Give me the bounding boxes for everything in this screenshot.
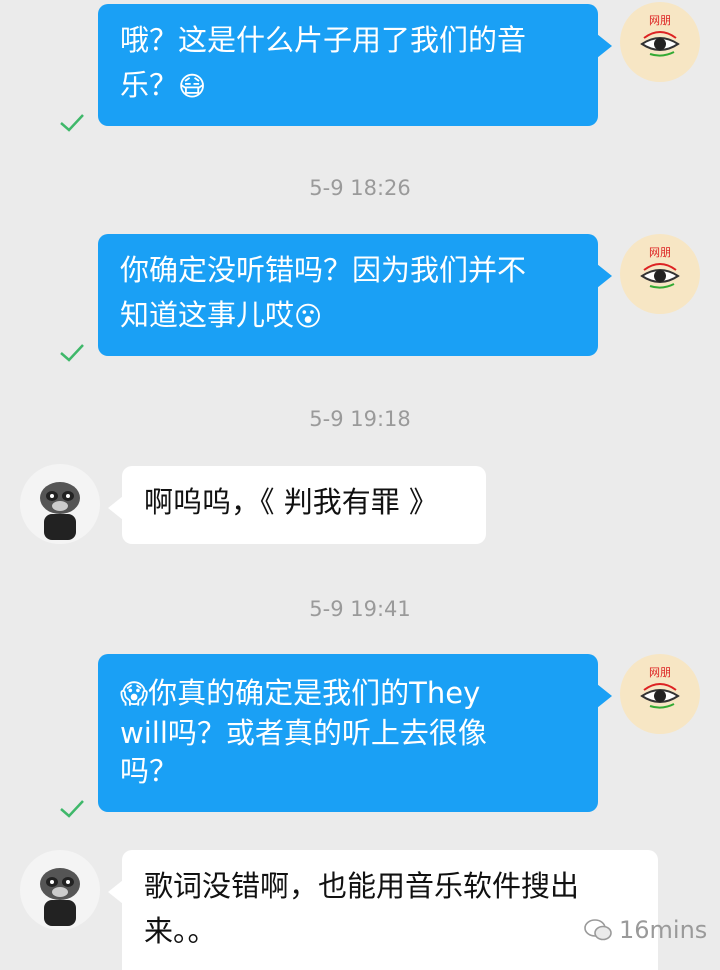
- raccoon-avatar-icon: [40, 868, 80, 926]
- eye-logo-icon: 网朋: [640, 14, 680, 57]
- svg-text:网朋: 网朋: [649, 246, 671, 259]
- incoming-message-5[interactable]: 歌词没错啊，也能用音乐软件搜出 来。。: [108, 850, 658, 970]
- checkmark-icon: [60, 114, 84, 132]
- svg-text:网朋: 网朋: [649, 666, 671, 679]
- message-text-line: 知道这事儿哎: [120, 298, 295, 332]
- message-text-line: 啊呜呜，《 判我有罪 》: [144, 485, 438, 519]
- message-text-line: 吗？: [120, 754, 179, 788]
- timestamp: 5-9 19:18: [309, 407, 411, 431]
- timestamp: 5-9 19:41: [309, 597, 411, 621]
- message-text-line: 歌词没错啊，也能用音乐软件搜出: [144, 869, 580, 903]
- message-text-line: 来。。: [144, 914, 217, 948]
- message-text-line: 你确定没听错吗？因为我们并不: [120, 253, 527, 287]
- screaming-face-emoji: 😱: [120, 679, 149, 710]
- wechat-icon: [584, 919, 612, 941]
- my-avatar[interactable]: 网朋: [620, 654, 700, 734]
- svg-text:网朋: 网朋: [649, 14, 671, 27]
- message-text-line: 哦？这是什么片子用了我们的音: [120, 23, 527, 57]
- surprised-face-emoji: 😮: [294, 301, 323, 333]
- my-avatar[interactable]: 网朋: [620, 2, 700, 82]
- watermark-text: 16mins: [619, 916, 708, 944]
- message-text-line: 乐？: [120, 68, 179, 102]
- my-avatar[interactable]: 网朋: [620, 234, 700, 314]
- mask-face-emoji: 😷: [178, 71, 207, 103]
- checkmark-icon: [60, 344, 84, 362]
- checkmark-icon: [60, 800, 84, 818]
- raccoon-avatar-icon: [40, 482, 80, 540]
- contact-avatar[interactable]: [20, 464, 100, 544]
- timestamp: 5-9 18:26: [309, 176, 411, 200]
- message-text-line: will吗？或者真的听上去很像: [120, 716, 487, 750]
- outgoing-message-1[interactable]: 哦？这是什么片子用了我们的音 乐？😷: [98, 4, 612, 126]
- message-text-line: 你真的确定是我们的They: [148, 676, 481, 710]
- contact-avatar[interactable]: [20, 850, 100, 930]
- outgoing-message-2[interactable]: 你确定没听错吗？因为我们并不 知道这事儿哎😮: [98, 234, 612, 356]
- eye-logo-icon: 网朋: [640, 246, 680, 289]
- watermark: 16mins: [583, 916, 707, 944]
- outgoing-message-4[interactable]: 😱你真的确定是我们的They will吗？或者真的听上去很像 吗？: [98, 654, 612, 812]
- eye-logo-icon: 网朋: [640, 666, 680, 709]
- incoming-message-3[interactable]: 啊呜呜，《 判我有罪 》: [108, 466, 486, 544]
